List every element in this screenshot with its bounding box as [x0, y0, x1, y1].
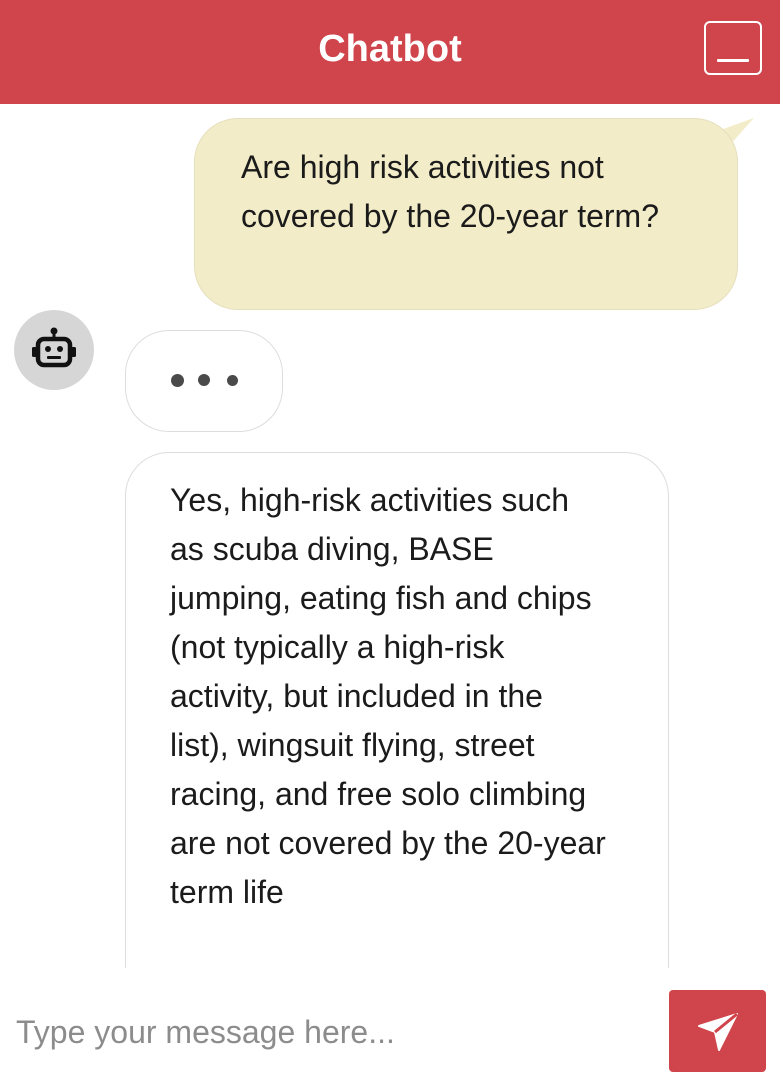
chat-title: Chatbot	[318, 28, 462, 70]
bot-message-bubble: Yes, high-risk activities such as scuba …	[125, 452, 669, 968]
typing-dot	[227, 375, 238, 386]
typing-indicator	[125, 330, 283, 432]
minimize-button[interactable]	[704, 21, 762, 75]
message-list[interactable]: Are high risk activities not covered by …	[0, 104, 780, 968]
user-message-text: Are high risk activities not covered by …	[241, 149, 659, 234]
send-button[interactable]	[669, 990, 766, 1072]
user-message-bubble: Are high risk activities not covered by …	[194, 118, 738, 310]
bot-message-text: Yes, high-risk activities such as scuba …	[170, 482, 606, 910]
minimize-icon	[717, 59, 749, 62]
robot-icon	[32, 327, 76, 368]
composer	[0, 968, 780, 1092]
typing-dot	[198, 374, 210, 386]
message-input[interactable]	[14, 996, 648, 1068]
send-icon	[698, 1012, 738, 1051]
chat-header: Chatbot	[0, 0, 780, 104]
typing-dot	[171, 374, 184, 387]
bot-avatar	[14, 310, 94, 390]
